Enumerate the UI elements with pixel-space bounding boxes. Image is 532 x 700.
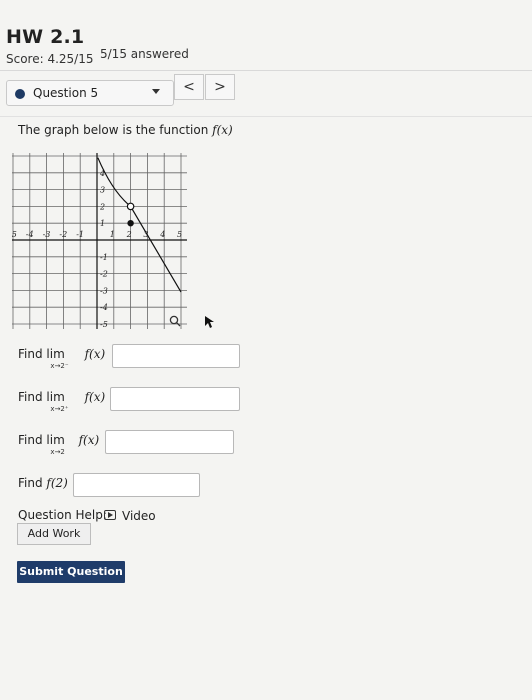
y-tick-label: -1	[100, 253, 108, 262]
function-graph: -5-4-3-2-1123454321-1-2-3-4-5	[12, 153, 187, 329]
question-divider	[0, 116, 532, 117]
open-point	[126, 202, 135, 211]
header-divider	[0, 70, 532, 71]
limit-left-answer-input[interactable]	[112, 344, 240, 368]
x-tick-label: 5	[177, 230, 182, 239]
lim-text: lim	[46, 347, 65, 361]
limit-operator: lim x→2⁻	[46, 347, 68, 370]
x-tick-label: 2	[126, 230, 132, 239]
y-tick-label: 3	[100, 186, 105, 195]
find-label: Find	[18, 433, 43, 447]
find-label: Find	[18, 390, 43, 404]
function-value-row: Find f(2)	[18, 476, 68, 490]
video-icon[interactable]	[104, 510, 116, 520]
chevron-down-icon	[152, 89, 160, 94]
limit-expression: f(x)	[84, 347, 106, 361]
problem-prompt: The graph below is the function f(x)	[18, 123, 233, 137]
limit-expression: f(x)	[78, 433, 100, 447]
limit-subscript: x→2⁻	[50, 362, 69, 370]
next-question-button[interactable]: >	[205, 74, 235, 100]
x-tick-label: -5	[12, 230, 17, 239]
x-tick-label: -1	[76, 230, 84, 239]
assignment-title: HW 2.1	[6, 26, 85, 48]
x-tick-label: -3	[43, 230, 51, 239]
y-tick-label: -3	[100, 286, 108, 295]
find-label: Find	[18, 347, 43, 361]
limit-row-left: Find lim x→2⁻ f(x)	[18, 347, 106, 370]
closed-point	[127, 220, 134, 227]
question-select[interactable]: Question 5	[6, 80, 174, 106]
question-select-label: Question 5	[33, 86, 99, 100]
lim-text: lim	[46, 390, 65, 404]
y-tick-label: -5	[100, 320, 108, 329]
limit-right-answer-input[interactable]	[110, 387, 240, 411]
add-work-button[interactable]: Add Work	[17, 523, 91, 545]
function-value-answer-input[interactable]	[73, 473, 200, 497]
limit-operator: lim x→2⁺	[46, 390, 68, 413]
x-tick-label: 1	[110, 230, 115, 239]
score-text: Score: 4.25/15	[6, 52, 94, 66]
limit-row-right: Find lim x→2⁺ f(x)	[18, 390, 106, 413]
magnify-icon[interactable]	[169, 315, 181, 327]
lim-text: lim	[46, 433, 65, 447]
limit-two-sided-answer-input[interactable]	[105, 430, 234, 454]
x-tick-label: -2	[59, 230, 67, 239]
video-link[interactable]: Video	[122, 509, 156, 523]
limit-subscript: x→2	[50, 448, 65, 456]
prev-question-button[interactable]: <	[174, 74, 204, 100]
find-label: Find	[18, 476, 43, 490]
y-tick-label: -2	[100, 270, 108, 279]
x-tick-label: -4	[26, 230, 34, 239]
function-notation: f(x)	[212, 123, 233, 137]
mouse-cursor-icon	[205, 316, 214, 328]
limit-operator: lim x→2	[46, 433, 65, 456]
question-status-dot	[15, 89, 25, 99]
y-tick-label: 1	[100, 219, 105, 228]
question-help-label: Question Help:	[18, 508, 107, 522]
limit-row-two-sided: Find lim x→2 f(x)	[18, 433, 100, 456]
y-tick-label: 2	[99, 202, 105, 211]
submit-question-button[interactable]: Submit Question	[17, 561, 125, 583]
limit-subscript: x→2⁺	[50, 405, 69, 413]
x-tick-label: 4	[159, 230, 165, 239]
prompt-text: The graph below is the function	[18, 123, 213, 137]
function-curve	[97, 157, 182, 293]
y-tick-label: -4	[100, 303, 108, 312]
answered-count: 5/15 answered	[100, 47, 189, 61]
function-value-expression: f(2)	[46, 476, 68, 490]
limit-expression: f(x)	[84, 390, 106, 404]
